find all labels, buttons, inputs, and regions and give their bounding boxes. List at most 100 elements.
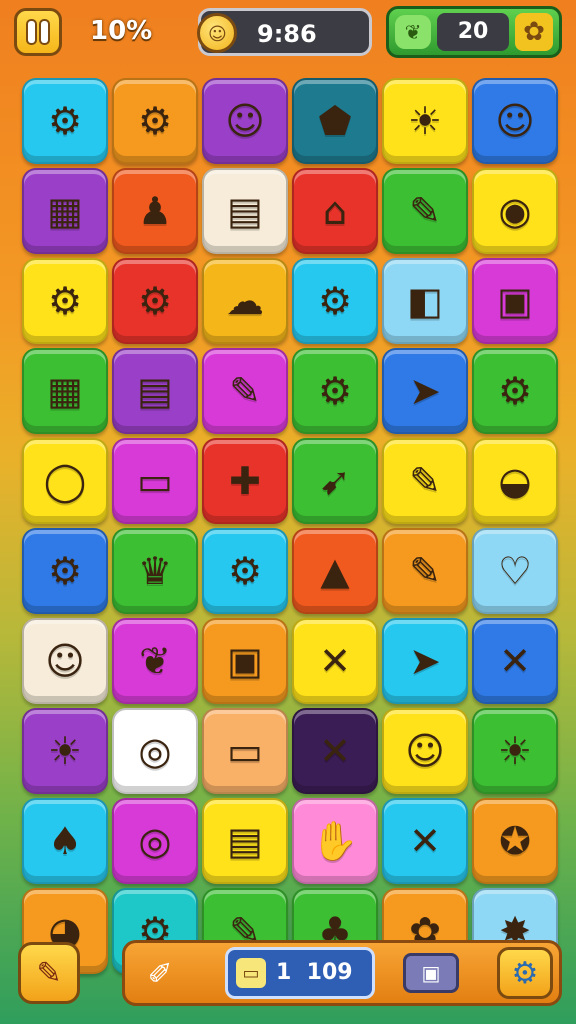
orange-gear-icon: ⚙ <box>47 279 83 323</box>
tile[interactable]: ⚙ <box>22 78 108 164</box>
cloud-icon: ☁ <box>226 279 264 323</box>
tile[interactable]: ⚙ <box>112 78 198 164</box>
tile[interactable]: ⚙ <box>202 528 288 614</box>
tile[interactable]: ☀ <box>472 708 558 794</box>
tile[interactable]: ☺ <box>382 708 468 794</box>
tile[interactable]: ☺ <box>472 78 558 164</box>
score-panel: ❦ 20 ✿ <box>386 6 562 58</box>
crossed-tools-icon: ✕ <box>319 639 351 683</box>
pink-pencil-icon: ✎ <box>229 369 261 413</box>
round-mirror-icon: ◎ <box>138 819 172 863</box>
leaf-icon: ❦ <box>139 639 171 683</box>
tile[interactable]: ✕ <box>472 618 558 704</box>
tile[interactable]: ▭ <box>112 438 198 524</box>
tile[interactable]: ➹ <box>292 438 378 524</box>
tile[interactable]: ☺ <box>202 78 288 164</box>
tile[interactable]: ▤ <box>202 168 288 254</box>
tile[interactable]: ◧ <box>382 258 468 344</box>
crown-icon: ♛ <box>137 549 173 593</box>
purple-gear-icon: ⚙ <box>227 549 263 593</box>
tile[interactable]: ✕ <box>382 798 468 884</box>
film-icon: ▣ <box>421 961 441 985</box>
tile[interactable]: ✎ <box>202 348 288 434</box>
tile[interactable]: ☺ <box>22 618 108 704</box>
clipboard-icon: ▣ <box>497 279 533 323</box>
tile[interactable]: ✎ <box>382 528 468 614</box>
tile[interactable]: ✋ <box>292 798 378 884</box>
red-gear-icon: ⚙ <box>47 549 83 593</box>
tile[interactable]: ✪ <box>472 798 558 884</box>
tile-board: ⚙ ⚙ ☺ ⬟ ☀ ☺ ▦ ♟ ▤ ⌂ ✎ ◉ ⚙ ⚙ ☁ ⚙ ◧ ▣ ▦ ▤ ✎ ⚙ ➤ ⚙ ◯ ▭ ✚ ➹ ✎ ◒ ⚙ ♛ ⚙ ▲ ✎ ♡ ☺ ❦ ▣ ✕… <box>22 78 558 974</box>
tile[interactable]: ⚙ <box>472 348 558 434</box>
tile[interactable]: ⬟ <box>292 78 378 164</box>
potato-face-icon: ☺ <box>405 729 445 773</box>
tile[interactable]: ♛ <box>112 528 198 614</box>
tile[interactable]: ⚙ <box>292 348 378 434</box>
wooden-shield-icon: ⬟ <box>318 99 352 143</box>
tile[interactable]: ◒ <box>472 438 558 524</box>
tile[interactable]: ♡ <box>472 528 558 614</box>
tile[interactable]: ▣ <box>202 618 288 704</box>
glove-icon: ✋ <box>311 819 359 863</box>
tile[interactable]: ▭ <box>202 708 288 794</box>
tile[interactable]: ▦ <box>22 348 108 434</box>
yellow-sun-icon: ☀ <box>497 729 533 773</box>
brick-house-icon: ▤ <box>137 369 173 413</box>
tile[interactable]: ➤ <box>382 348 468 434</box>
tile[interactable]: ❦ <box>112 618 198 704</box>
tile[interactable]: ☀ <box>382 78 468 164</box>
crossed-pencils-icon: ✕ <box>499 639 531 683</box>
pencil-icon: ✎ <box>36 955 62 991</box>
tile[interactable]: ♟ <box>112 168 198 254</box>
tile[interactable]: ◎ <box>112 708 198 794</box>
medal-icon: ◎ <box>138 729 172 773</box>
yellow-pencil-icon: ✎ <box>409 459 441 503</box>
tile[interactable]: ➤ <box>382 618 468 704</box>
tile[interactable]: ✚ <box>202 438 288 524</box>
chat-icon: ▭ <box>236 958 266 988</box>
tile[interactable]: ◯ <box>22 438 108 524</box>
crossed-brushes-icon: ✕ <box>409 819 441 863</box>
tile[interactable]: ♠ <box>22 798 108 884</box>
tile[interactable]: ◉ <box>472 168 558 254</box>
tile[interactable]: ☁ <box>202 258 288 344</box>
tile[interactable]: ⌂ <box>292 168 378 254</box>
tile[interactable]: ✎ <box>382 168 468 254</box>
ticket-icon: ▭ <box>227 729 263 773</box>
settings-gear-icon[interactable]: ✿ <box>515 13 553 51</box>
tool-tray: ✐ ▭ 1 109 ▣ ⚙ <box>122 940 562 1006</box>
film-button[interactable]: ▣ <box>403 953 459 993</box>
blue-gear-icon: ⚙ <box>497 369 533 413</box>
eraser-button[interactable]: ✐ <box>135 949 185 999</box>
tile[interactable]: ✕ <box>292 708 378 794</box>
tent-icon: ▲ <box>320 549 350 593</box>
tile[interactable]: ☀ <box>22 708 108 794</box>
tile[interactable]: ▤ <box>202 798 288 884</box>
gear-icon: ⚙ <box>511 955 539 991</box>
pause-icon <box>28 21 35 43</box>
tile[interactable]: ⚙ <box>22 258 108 344</box>
burger-icon: ◒ <box>498 459 532 503</box>
tile[interactable]: ⚙ <box>112 258 198 344</box>
leaf-arrow-icon: ➹ <box>319 459 351 503</box>
green-note-icon: ▤ <box>227 189 263 233</box>
top-hud: 10% ☺ 9:86 ❦ 20 ✿ <box>0 0 576 64</box>
eraser-icon: ✐ <box>147 956 173 992</box>
tile[interactable]: ⚙ <box>22 528 108 614</box>
settings-button[interactable]: ⚙ <box>497 947 553 999</box>
tile[interactable]: ✕ <box>292 618 378 704</box>
pencil-button[interactable]: ✎ <box>18 942 80 1004</box>
tile[interactable]: ⚙ <box>292 258 378 344</box>
blue-gear-face-icon: ⚙ <box>137 99 173 143</box>
tile[interactable]: ▤ <box>112 348 198 434</box>
pencil-icon: ✎ <box>409 189 441 233</box>
pause-button[interactable] <box>14 8 62 56</box>
tile[interactable]: ▣ <box>472 258 558 344</box>
heart-note-icon: ♡ <box>497 549 533 593</box>
tile[interactable]: ◎ <box>112 798 198 884</box>
tile[interactable]: ✎ <box>382 438 468 524</box>
tile[interactable]: ▲ <box>292 528 378 614</box>
tile[interactable]: ▦ <box>22 168 108 254</box>
paper-box-icon: ▤ <box>227 819 263 863</box>
yellow-arrow-icon: ➤ <box>409 639 441 683</box>
